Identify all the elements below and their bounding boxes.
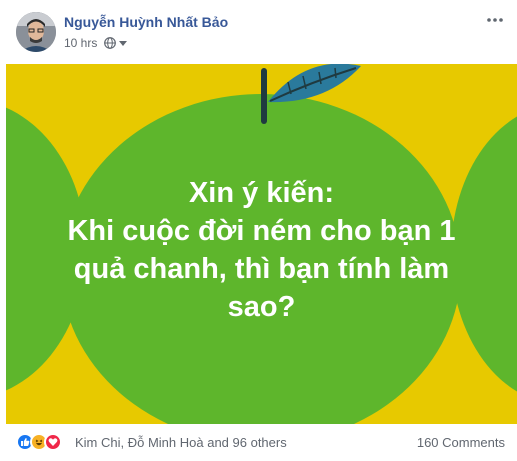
post-header: Nguyễn Huỳnh Nhất Bảo 10 hrs [0,0,517,62]
author-name[interactable]: Nguyễn Huỳnh Nhất Bảo [64,14,228,30]
caption-line: Khi cuộc đời ném cho bạn 1 [67,215,456,247]
reaction-icons[interactable] [16,433,62,451]
more-options-button[interactable] [483,10,507,30]
post-meta: 10 hrs [64,35,128,51]
more-horizontal-icon [487,18,503,22]
comments-count-link[interactable]: 160 Comments [417,435,505,450]
post-card: Nguyễn Huỳnh Nhất Bảo 10 hrs Xin ý kiến:… [0,0,517,461]
avatar[interactable] [16,12,56,52]
caption-line: quả chanh, thì bạn tính làm [73,253,450,285]
caption-line: sao? [227,291,296,323]
post-time[interactable]: 10 hrs [64,36,97,50]
post-image[interactable]: Xin ý kiến: Khi cuộc đời ném cho bạn 1 q… [6,64,517,424]
love-icon[interactable] [44,433,62,451]
chevron-down-icon[interactable] [119,39,128,47]
image-caption: Xin ý kiến: Khi cuộc đời ném cho bạn 1 q… [6,174,517,326]
reaction-summary[interactable]: Kim Chi, Đỗ Minh Hoà and 96 others [75,435,287,450]
globe-icon[interactable] [104,37,117,49]
caption-line: Xin ý kiến: [188,177,335,209]
post-footer: Kim Chi, Đỗ Minh Hoà and 96 others 160 C… [0,424,517,461]
